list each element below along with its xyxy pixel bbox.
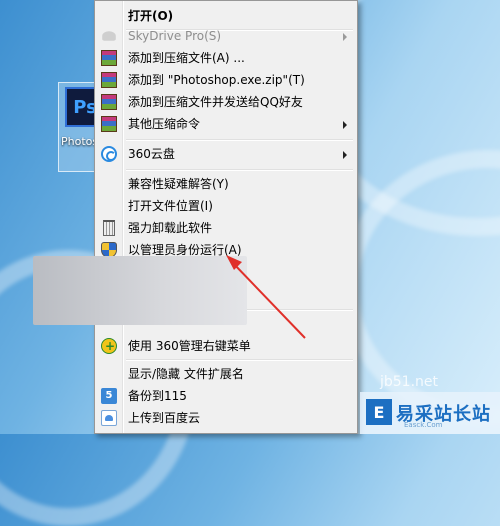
annotation-arrow-icon: [226, 255, 306, 339]
watermark-partial-url: jb51.net: [380, 374, 439, 390]
watermark-sub: Easck.Com: [404, 421, 443, 429]
brand-logo-icon: E: [366, 399, 392, 425]
